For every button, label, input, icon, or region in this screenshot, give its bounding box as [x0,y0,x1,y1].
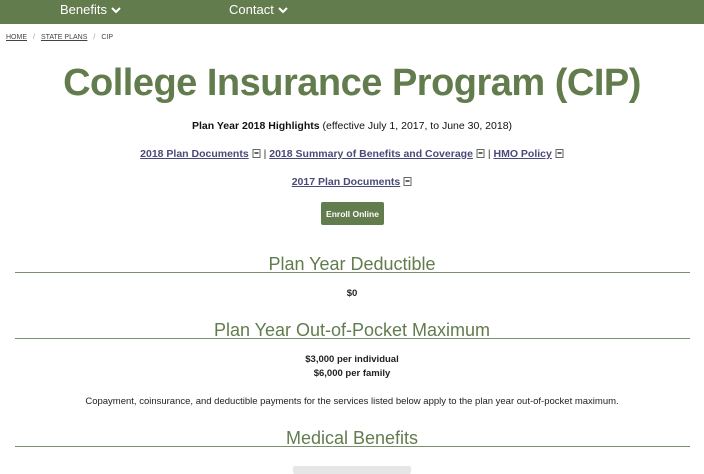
pdf-icon [476,149,485,158]
deductible-value: $0 [346,288,358,299]
section-divider [15,272,690,273]
link-separator: | [260,148,270,160]
nav-item-label: Contact [229,2,274,17]
oop-note: Copayment, coinsurance, and deductible p… [85,396,619,407]
chevron-down-icon [111,6,121,13]
page-title: College Insurance Program (CIP) [63,62,641,104]
medical-benefits-tab-stub[interactable] [293,466,411,474]
pdf-icon [252,149,261,158]
breadcrumb-separator: / [93,34,96,41]
section-divider [15,338,690,339]
breadcrumb-home-link[interactable]: HOME [6,34,27,41]
pdf-icon [403,177,412,186]
breadcrumb: HOME / STATE PLANS / CIP [6,34,113,41]
highlights-rest: (effective July 1, 2017, to June 30, 201… [319,120,513,132]
link-label: 2018 Summary of Benefits and Coverage [269,148,473,160]
highlights-bold: Plan Year 2018 Highlights [191,120,320,132]
oop-family-value: $6,000 per family [313,368,391,379]
enroll-online-button[interactable]: Enroll Online [321,202,384,225]
plan-documents-2018-link[interactable]: 2018 Plan Documents [140,148,261,160]
documents-links-row-2017: 2017 Plan Documents [0,176,704,188]
link-label: 2017 Plan Documents [291,176,401,188]
link-label: 2018 Plan Documents [140,148,249,160]
chevron-down-icon [278,6,288,13]
highlights-line: Plan Year 2018 Highlights (effective Jul… [0,120,704,132]
nav-item-contact[interactable]: Contact [229,2,288,17]
oop-individual-value: $3,000 per individual [305,354,399,365]
top-nav-bar: Benefits Contact [0,0,704,24]
hmo-policy-link[interactable]: HMO Policy [493,148,564,160]
documents-links-row: 2018 Plan Documents | 2018 Summary of Be… [0,148,704,160]
summary-of-benefits-2018-link[interactable]: 2018 Summary of Benefits and Coverage [269,148,485,160]
link-label: HMO Policy [493,148,552,160]
breadcrumb-separator: / [33,34,35,41]
plan-documents-2017-link[interactable]: 2017 Plan Documents [292,176,413,188]
pdf-icon [555,149,564,158]
section-divider [15,446,690,447]
breadcrumb-current: CIP [101,34,113,41]
nav-item-benefits[interactable]: Benefits [60,2,121,17]
breadcrumb-state-plans-link[interactable]: STATE PLANS [41,34,87,41]
nav-item-label: Benefits [60,2,107,17]
